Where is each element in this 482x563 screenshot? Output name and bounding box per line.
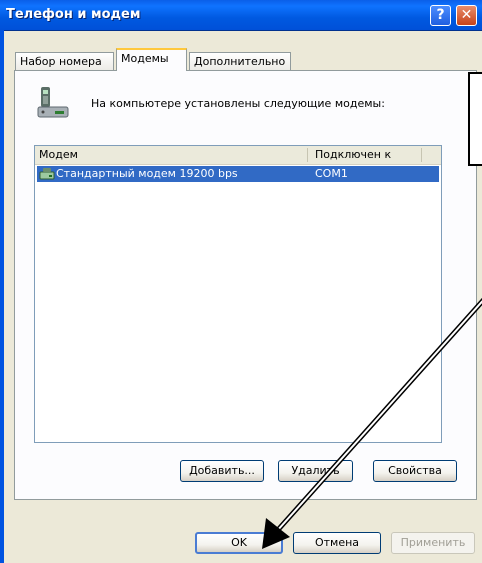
window-border [0, 30, 4, 563]
column-header-modem[interactable]: Модем [39, 148, 78, 161]
help-button[interactable]: ? [430, 5, 451, 26]
cancel-button[interactable]: Отмена [293, 532, 381, 554]
properties-button[interactable]: Свойства [373, 460, 457, 482]
window-title: Телефон и модем [6, 7, 141, 22]
list-item[interactable]: Стандартный модем 19200 bps COM1 [37, 166, 439, 182]
column-divider[interactable] [307, 148, 308, 162]
modem-port: COM1 [315, 167, 348, 180]
column-divider[interactable] [421, 148, 422, 162]
ok-button[interactable]: OK [195, 532, 283, 554]
list-header: Модем Подключен к [35, 146, 441, 165]
tab-modems[interactable]: Модемы [116, 48, 187, 71]
tab-panel: На компьютере установлены следующие моде… [14, 70, 477, 500]
apply-button[interactable]: Применить [391, 532, 475, 554]
title-bar[interactable]: Телефон и модем ? ✕ [0, 0, 482, 31]
add-button[interactable]: Добавить... [180, 460, 264, 482]
tab-dialing[interactable]: Набор номера [15, 52, 114, 70]
modem-icon [39, 168, 55, 180]
modem-list[interactable]: Модем Подключен к Стандартный модем 1920… [34, 145, 442, 443]
remove-button[interactable]: Удалить [278, 460, 353, 482]
dialog-window: Телефон и модем ? ✕ Набор номера Модемы … [0, 0, 482, 563]
phone-modem-icon [37, 87, 69, 118]
callout-box [468, 72, 482, 166]
tab-advanced[interactable]: Дополнительно [189, 52, 291, 70]
info-text: На компьютере установлены следующие моде… [91, 97, 385, 110]
close-button[interactable]: ✕ [456, 5, 477, 26]
column-header-port[interactable]: Подключен к [315, 148, 391, 161]
modem-name: Стандартный модем 19200 bps [56, 167, 238, 180]
